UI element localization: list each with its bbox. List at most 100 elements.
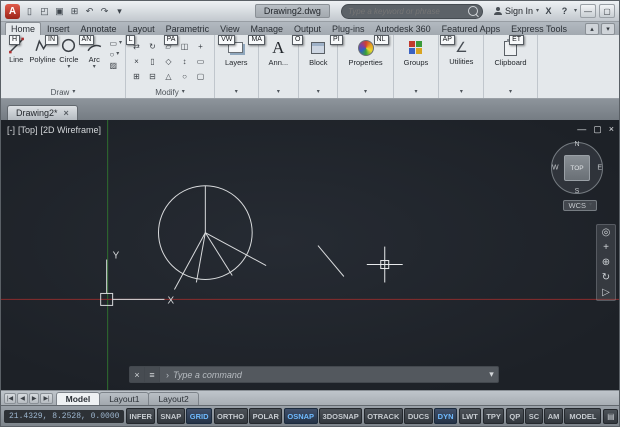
status-toggle[interactable]: LWT xyxy=(459,408,482,424)
block-panel-caret-icon[interactable]: ▾ xyxy=(317,90,320,95)
layout-tab[interactable]: Layout2 xyxy=(148,392,198,405)
quick-view-drawings-icon[interactable]: ▤ xyxy=(603,409,618,424)
groups-panel-caret-icon[interactable]: ▾ xyxy=(414,90,417,95)
status-toggle[interactable]: TPY xyxy=(483,408,505,424)
command-history-caret-icon[interactable]: ▾ xyxy=(485,367,498,382)
doc-close-icon[interactable]: × xyxy=(609,124,614,135)
new-file-icon[interactable]: ▯ xyxy=(23,5,36,18)
zoom-icon[interactable]: ⊕ xyxy=(602,257,610,268)
modify-tool-icon[interactable]: ⊞ xyxy=(129,69,144,83)
ellipse-tool-icon[interactable]: ○ xyxy=(109,50,114,59)
ribbon-tab[interactable]: ViewVW xyxy=(215,23,244,35)
status-toggle[interactable]: SC xyxy=(525,408,542,424)
annotation-panel-caret-icon[interactable]: ▾ xyxy=(277,90,280,95)
sign-in-control[interactable]: Sign In ▾ xyxy=(494,6,539,16)
modify-panel-caret-icon[interactable]: ▾ xyxy=(182,90,185,95)
viewport-view-control[interactable]: [Top] xyxy=(18,125,38,135)
command-close-icon[interactable]: × xyxy=(130,367,145,382)
command-line[interactable]: × ≡ › Type a command ▾ xyxy=(129,366,499,383)
layout-tab[interactable]: Layout1 xyxy=(99,392,149,405)
help-icon[interactable]: ? xyxy=(558,6,571,16)
viewcube-top-face[interactable]: TOP xyxy=(564,155,590,181)
draw-panel-footer[interactable]: Draw ▾ xyxy=(1,87,125,98)
sign-in-caret-icon[interactable]: ▾ xyxy=(536,9,539,14)
modify-tool-icon[interactable]: ○ xyxy=(177,69,192,83)
ribbon-tab[interactable]: Plug-insPI xyxy=(327,23,370,35)
layout-tab[interactable]: Model xyxy=(56,392,101,405)
status-toggle[interactable]: OSNAP xyxy=(284,408,318,424)
ribbon-options-caret-icon[interactable]: ▾ xyxy=(601,23,615,35)
file-tab[interactable]: Drawing2* × xyxy=(7,105,78,120)
open-file-icon[interactable]: ◰ xyxy=(38,5,51,18)
modify-tool-icon[interactable]: ◫ xyxy=(177,39,192,53)
status-toggle[interactable]: DYN xyxy=(434,408,457,424)
modify-panel-footer[interactable]: Modify ▾ xyxy=(126,87,214,98)
command-input[interactable]: Type a command xyxy=(173,370,242,380)
modify-tool-icon[interactable]: ↻ xyxy=(145,39,160,53)
application-menu-button[interactable]: A xyxy=(5,4,20,19)
modify-tool-icon[interactable]: ⊟ xyxy=(145,69,160,83)
modify-tool-icon[interactable]: ▢ xyxy=(193,69,208,83)
line-entities[interactable] xyxy=(174,186,343,290)
ribbon-tab[interactable]: ParametricPA xyxy=(161,23,215,35)
modify-tool-icon[interactable]: ◇ xyxy=(161,54,176,68)
doc-restore-icon[interactable]: ▢ xyxy=(593,124,602,135)
circle-split-caret-icon[interactable]: ▾ xyxy=(67,65,70,70)
ribbon-tab[interactable]: AnnotateAN xyxy=(76,23,122,35)
status-toggle[interactable]: ORTHO xyxy=(214,408,248,424)
status-toggle[interactable]: SNAP xyxy=(157,408,185,424)
qat-dropdown-icon[interactable]: ▾ xyxy=(113,5,126,18)
annotation-button[interactable]: A Ann... xyxy=(262,37,296,67)
utilities-panel-caret-icon[interactable]: ▾ xyxy=(460,90,463,95)
rectangle-caret-icon[interactable]: ▾ xyxy=(119,41,122,46)
drawing-canvas[interactable]: [-] [Top] [2D Wireframe] — ▢ × N S W E T… xyxy=(1,120,619,390)
minimize-window-button[interactable]: — xyxy=(580,4,596,18)
groups-button[interactable]: Groups xyxy=(397,37,436,67)
status-toggle[interactable]: POLAR xyxy=(249,408,282,424)
doc-minimize-icon[interactable]: — xyxy=(577,124,586,135)
help-search-box[interactable] xyxy=(341,4,483,19)
help-caret-icon[interactable]: ▾ xyxy=(574,9,577,14)
next-layout-icon[interactable]: ▶ xyxy=(29,393,40,404)
plot-icon[interactable]: ⊞ xyxy=(68,5,81,18)
first-layout-icon[interactable]: |◀ xyxy=(4,393,16,404)
viewport-collapse-control[interactable]: [-] xyxy=(7,125,15,135)
ribbon-tab[interactable]: HomeH xyxy=(5,22,41,35)
ribbon-tab[interactable]: InsertIN xyxy=(42,23,75,35)
draw-panel-caret-icon[interactable]: ▾ xyxy=(72,90,75,95)
status-toggle[interactable]: INFER xyxy=(126,408,156,424)
layers-panel-caret-icon[interactable]: ▾ xyxy=(235,90,238,95)
viewcube-north-label[interactable]: N xyxy=(574,141,579,148)
status-toggle[interactable]: 3DOSNAP xyxy=(319,408,362,424)
command-prompt[interactable]: › Type a command xyxy=(160,367,485,382)
ribbon-tab[interactable]: ManageMA xyxy=(245,23,288,35)
status-toggle[interactable]: QP xyxy=(506,408,524,424)
modify-tool-icon[interactable]: + xyxy=(193,39,208,53)
clipboard-panel-caret-icon[interactable]: ▾ xyxy=(509,90,512,95)
properties-panel-caret-icon[interactable]: ▾ xyxy=(364,90,367,95)
ribbon-minimize-icon[interactable]: ▴ xyxy=(585,23,599,35)
wcs-menu[interactable]: WCS ▾ xyxy=(563,200,597,211)
orbit-icon[interactable]: ↻ xyxy=(602,272,610,283)
exchange-apps-icon[interactable]: X xyxy=(542,6,555,16)
ribbon-tab[interactable]: OutputO xyxy=(289,23,326,35)
prev-layout-icon[interactable]: ◀ xyxy=(17,393,28,404)
undo-icon[interactable]: ↶ xyxy=(83,5,96,18)
status-toggle[interactable]: AM xyxy=(544,408,563,424)
viewport-visual-style-control[interactable]: [2D Wireframe] xyxy=(41,125,102,135)
redo-icon[interactable]: ↷ xyxy=(98,5,111,18)
ribbon-tab[interactable]: Featured AppsAP xyxy=(437,23,506,35)
modify-tool-icon[interactable]: ↕ xyxy=(177,54,192,68)
restore-window-button[interactable]: ▢ xyxy=(599,4,615,18)
pan-icon[interactable]: + xyxy=(603,242,609,253)
status-toggle[interactable]: GRID xyxy=(186,408,212,424)
file-tab-close-icon[interactable]: × xyxy=(64,108,69,118)
viewcube-west-label[interactable]: W xyxy=(552,165,559,172)
status-toggle[interactable]: OTRACK xyxy=(364,408,403,424)
save-icon[interactable]: ▣ xyxy=(53,5,66,18)
model-space-button[interactable]: MODEL xyxy=(564,408,601,424)
viewcube-south-label[interactable]: S xyxy=(575,188,580,195)
circle-tool-button[interactable]: Circle ▾ xyxy=(57,37,81,70)
steering-wheel-icon[interactable]: ◎ xyxy=(602,227,611,238)
modify-tool-icon[interactable]: × xyxy=(129,54,144,68)
